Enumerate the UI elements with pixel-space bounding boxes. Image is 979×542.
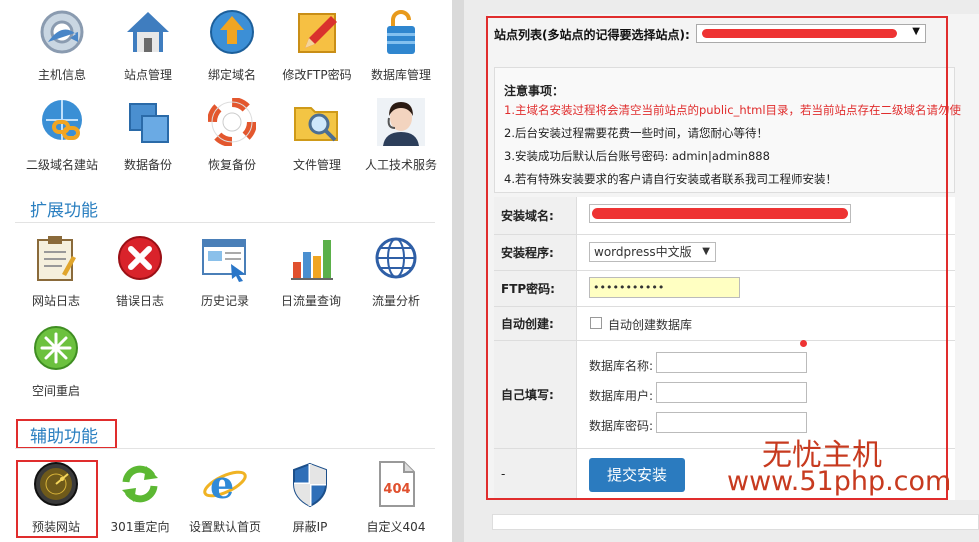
tile-history[interactable]: 历史记录 [180,234,270,309]
tile-support[interactable]: 人工技术服务 [356,98,446,173]
tile-error-log[interactable]: 错误日志 [95,234,185,309]
database-lock-icon [377,8,425,56]
section-divider [15,448,435,449]
ie-logo-icon: e [201,460,249,508]
tile-file-manage[interactable]: 文件管理 [272,98,362,173]
subdomain-icon [38,98,86,146]
tile-block-ip[interactable]: 屏蔽IP [265,460,355,535]
tile-label: 自定义404 [366,520,426,534]
tile-label: 文件管理 [292,158,341,172]
tile-label: 数据备份 [123,158,172,172]
lifebuoy-icon [207,97,257,147]
annotation-highlight [486,16,948,500]
page-404-icon: 404 [372,460,420,508]
tile-label: 空间重启 [31,384,80,398]
watermark-url: www.51php.com [727,466,952,497]
tile-label: 日流量查询 [280,294,341,308]
tile-space-restart[interactable]: 空间重启 [11,324,101,399]
function-row-1: 主机信息 站点管理 绑定域名 修改FTP密码 数据库管理 [0,8,452,98]
section-divider [15,222,435,223]
tile-backup[interactable]: 数据备份 [103,98,193,173]
tile-traffic-analysis[interactable]: 流量分析 [351,234,441,309]
tile-label: 人工技术服务 [364,158,437,172]
tile-restore[interactable]: 恢复备份 [187,97,277,173]
annotation-highlight [16,419,117,449]
tile-label: 历史记录 [200,294,249,308]
tile-subdomain[interactable]: 二级域名建站 [17,98,107,173]
host-info-icon [38,8,86,56]
shield-icon [286,460,334,508]
svg-text:e: e [210,462,234,507]
left-panel: 主机信息 站点管理 绑定域名 修改FTP密码 数据库管理 二级域名建站 数据备份… [0,0,452,542]
tile-label: 网站日志 [31,294,80,308]
tile-default-homepage[interactable]: e 设置默认首页 [180,460,270,535]
history-window-icon [201,234,249,282]
section-title-extensions: 扩展功能 [30,201,98,221]
tile-label: 恢复备份 [207,158,256,172]
tile-label: 屏蔽IP [292,520,328,534]
tile-label: 站点管理 [123,68,172,82]
tile-label: 流量分析 [371,294,420,308]
tile-host-info[interactable]: 主机信息 [17,8,107,83]
bar-chart-icon [287,234,335,282]
tile-site-manage[interactable]: 站点管理 [103,8,193,83]
tile-label: 数据库管理 [370,68,431,82]
error-x-icon [116,234,164,282]
tile-custom-404[interactable]: 404 自定义404 [351,460,441,535]
tile-label: 二级域名建站 [25,158,98,172]
folder-search-icon [293,98,341,146]
tile-database-manage[interactable]: 数据库管理 [356,8,446,83]
refresh-arrows-icon [116,460,164,508]
tile-label: 主机信息 [37,68,86,82]
tile-label: 错误日志 [115,294,164,308]
annotation-highlight [16,460,98,538]
function-row-3: 网站日志 错误日志 历史记录 日流量查询 流量分析 [0,234,452,324]
page-404-text: 404 [383,482,410,497]
tile-label: 绑定域名 [207,68,256,82]
tile-label: 设置默认首页 [188,520,261,534]
tile-301-redirect[interactable]: 301重定向 [95,460,185,535]
bind-domain-icon [208,8,256,56]
restart-burst-icon [32,324,80,372]
bottom-bar [492,514,979,530]
function-row-2: 二级域名建站 数据备份 恢复备份 文件管理 人工技术服务 [0,97,452,188]
tile-label: 301重定向 [110,520,170,534]
ftp-pencil-icon [293,8,341,56]
tile-site-log[interactable]: 网站日志 [11,234,101,309]
home-icon [124,8,172,56]
tile-label: 修改FTP密码 [282,68,352,82]
function-row-4: 空间重启 [0,324,452,414]
tile-daily-traffic[interactable]: 日流量查询 [266,234,356,309]
tile-bind-domain[interactable]: 绑定域名 [187,8,277,83]
backup-icon [124,98,172,146]
panel-divider [452,0,464,542]
globe-icon [372,234,420,282]
tile-ftp-password[interactable]: 修改FTP密码 [272,8,362,83]
support-agent-icon [377,98,425,146]
clipboard-log-icon [32,234,80,282]
